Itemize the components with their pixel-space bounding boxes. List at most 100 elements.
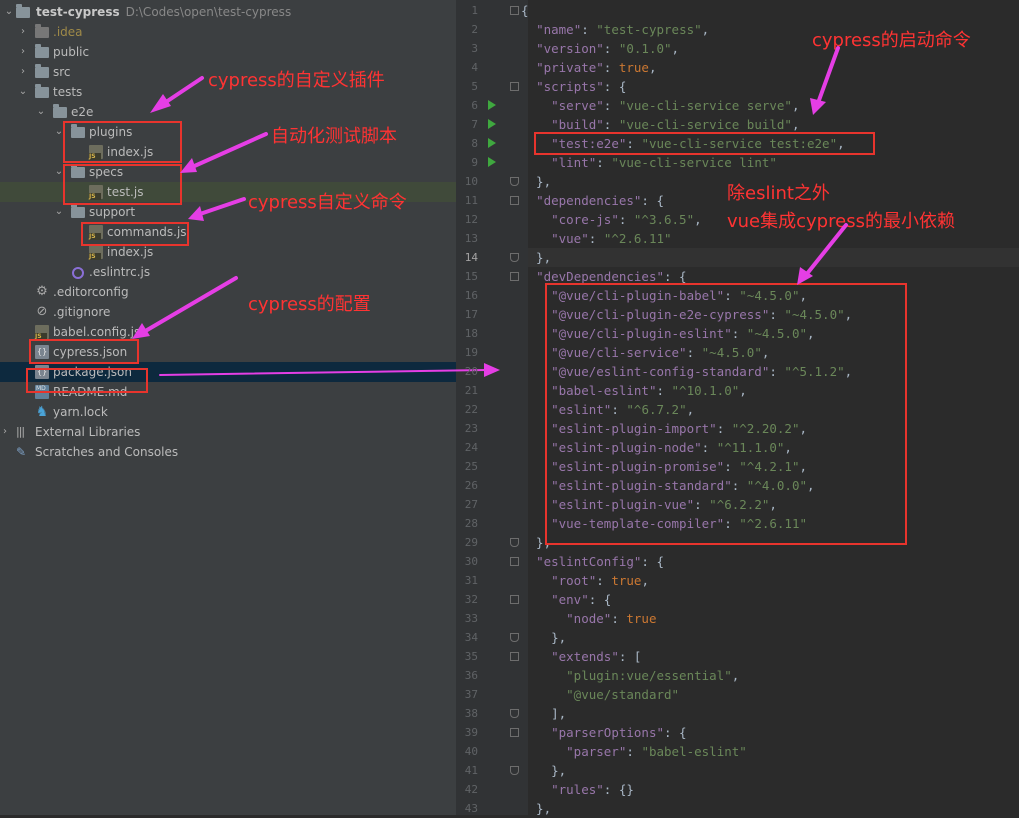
code-line[interactable]: "eslintConfig": { (521, 552, 664, 571)
code-line[interactable]: "devDependencies": { (521, 267, 687, 286)
fold-marker-icon[interactable] (510, 595, 519, 604)
tree-item-gitignore[interactable]: ⊘ .gitignore (0, 302, 456, 322)
code-line[interactable]: "lint": "vue-cli-service lint" (521, 153, 777, 172)
fold-marker-icon[interactable] (510, 6, 519, 15)
code-line[interactable]: "dependencies": { (521, 191, 664, 210)
code-line[interactable]: }, (521, 799, 551, 818)
tree-item-package-json[interactable]: package.json (0, 362, 456, 382)
fold-marker-icon[interactable] (510, 766, 519, 775)
code-line[interactable]: "private": true, (521, 58, 656, 77)
fold-marker-icon[interactable] (510, 633, 519, 642)
code-line[interactable]: "root": true, (521, 571, 649, 590)
code-line[interactable]: "eslint-plugin-import": "^2.20.2", (521, 419, 807, 438)
code-line[interactable]: "parserOptions": { (521, 723, 686, 742)
line-number: 37 (464, 688, 478, 701)
code-line[interactable]: "extends": [ (521, 647, 641, 666)
code-line[interactable]: "plugin:vue/essential", (521, 666, 739, 685)
code-line[interactable]: ], (521, 704, 566, 723)
tree-root-row[interactable]: ⌄ test-cypress D:\Codes\open\test-cypress (0, 2, 456, 22)
code-line[interactable]: "version": "0.1.0", (521, 39, 679, 58)
line-number: 13 (464, 232, 478, 245)
note-specs: 自动化测试脚本 (271, 126, 397, 147)
tree-item-babel-config[interactable]: babel.config.js (0, 322, 456, 342)
chevron-down-icon[interactable]: ⌄ (4, 2, 14, 22)
code-line[interactable]: }, (521, 628, 566, 647)
chevron-right-icon[interactable]: › (18, 42, 28, 62)
code-line[interactable]: "serve": "vue-cli-service serve", (521, 96, 799, 115)
folder-icon (35, 44, 49, 58)
root-folder-name: test-cypress (36, 5, 120, 19)
code-line[interactable]: "@vue/cli-plugin-babel": "~4.5.0", (521, 286, 807, 305)
chevron-down-icon[interactable]: ⌄ (54, 202, 64, 222)
code-line[interactable]: "scripts": { (521, 77, 626, 96)
tree-item-e2e[interactable]: ⌄ e2e (0, 102, 456, 122)
tree-item-scratches[interactable]: ✎ Scratches and Consoles (0, 442, 456, 462)
tree-item-external-libraries[interactable]: › ||| External Libraries (0, 422, 456, 442)
code-line[interactable]: "eslint-plugin-vue": "^6.2.2", (521, 495, 777, 514)
code-line[interactable]: "core-js": "^3.6.5", (521, 210, 702, 229)
fold-marker-icon[interactable] (510, 709, 519, 718)
fold-marker-icon[interactable] (510, 177, 519, 186)
chevron-down-icon[interactable]: ⌄ (18, 82, 28, 102)
code-line[interactable]: "babel-eslint": "^10.1.0", (521, 381, 747, 400)
code-line[interactable]: "name": "test-cypress", (521, 20, 709, 39)
fold-marker-icon[interactable] (510, 272, 519, 281)
line-number: 23 (464, 422, 478, 435)
line-number: 5 (471, 80, 478, 93)
line-number: 21 (464, 384, 478, 397)
code-line[interactable]: "build": "vue-cli-service build", (521, 115, 799, 134)
code-line[interactable]: "parser": "babel-eslint" (521, 742, 747, 761)
run-script-icon[interactable] (488, 100, 496, 110)
chevron-down-icon[interactable]: ⌄ (54, 122, 64, 142)
code-line[interactable]: "eslint-plugin-promise": "^4.2.1", (521, 457, 807, 476)
chevron-down-icon[interactable]: ⌄ (36, 102, 46, 122)
code-line[interactable]: "@vue/cli-plugin-e2e-cypress": "~4.5.0", (521, 305, 852, 324)
tree-item-cypress-json[interactable]: cypress.json (0, 342, 456, 362)
code-line[interactable]: "@vue/cli-plugin-eslint": "~4.5.0", (521, 324, 814, 343)
code-line[interactable]: "eslint": "^6.7.2", (521, 400, 694, 419)
run-script-icon[interactable] (488, 157, 496, 167)
tree-item-label: cypress.json (53, 345, 128, 359)
fold-marker-icon[interactable] (510, 82, 519, 91)
chevron-down-icon[interactable]: ⌄ (54, 162, 64, 182)
code-line[interactable]: }, (521, 248, 551, 267)
tree-item-public[interactable]: › public (0, 42, 456, 62)
fold-marker-icon[interactable] (510, 253, 519, 262)
code-line[interactable]: }, (521, 172, 551, 191)
code-line[interactable]: "test:e2e": "vue-cli-service test:e2e", (521, 134, 845, 153)
tree-item-idea[interactable]: › .idea (0, 22, 456, 42)
code-line[interactable]: "vue-template-compiler": "^2.6.11" (521, 514, 807, 533)
line-number: 14 (464, 251, 478, 264)
code-line[interactable]: "eslint-plugin-standard": "^4.0.0", (521, 476, 814, 495)
fold-marker-icon[interactable] (510, 196, 519, 205)
tree-item-support-index[interactable]: index.js (0, 242, 456, 262)
chevron-right-icon[interactable]: › (18, 22, 28, 42)
fold-marker-icon[interactable] (510, 538, 519, 547)
tree-item-readme[interactable]: README.md (0, 379, 456, 402)
code-line[interactable]: "@vue/cli-service": "~4.5.0", (521, 343, 769, 362)
tree-item-specs[interactable]: ⌄ specs (0, 162, 456, 182)
code-line[interactable]: "env": { (521, 590, 611, 609)
tree-item-label: .eslintrc.js (89, 265, 151, 279)
code-line[interactable]: "node": true (521, 609, 656, 628)
code-line[interactable]: "vue": "^2.6.11" (521, 229, 671, 248)
code-line[interactable]: { (521, 1, 529, 20)
fold-marker-icon[interactable] (510, 557, 519, 566)
markdown-file-icon (35, 379, 49, 399)
code-line[interactable]: "eslint-plugin-node": "^11.1.0", (521, 438, 792, 457)
chevron-right-icon[interactable]: › (0, 422, 10, 442)
tree-item-editorconfig[interactable]: ⚙ .editorconfig (0, 282, 456, 302)
tree-item-yarn-lock[interactable]: ♞ yarn.lock (0, 402, 456, 422)
run-script-icon[interactable] (488, 138, 496, 148)
fold-marker-icon[interactable] (510, 652, 519, 661)
code-line[interactable]: "@vue/standard" (521, 685, 679, 704)
chevron-right-icon[interactable]: › (18, 62, 28, 82)
run-script-icon[interactable] (488, 119, 496, 129)
tree-item-support-commands[interactable]: commands.js (0, 222, 456, 242)
fold-marker-icon[interactable] (510, 728, 519, 737)
code-line[interactable]: }, (521, 533, 551, 552)
code-line[interactable]: "@vue/eslint-config-standard": "^5.1.2", (521, 362, 852, 381)
code-line[interactable]: "rules": {} (521, 780, 634, 799)
code-line[interactable]: }, (521, 761, 566, 780)
tree-item-eslintrc[interactable]: .eslintrc.js (0, 262, 456, 282)
